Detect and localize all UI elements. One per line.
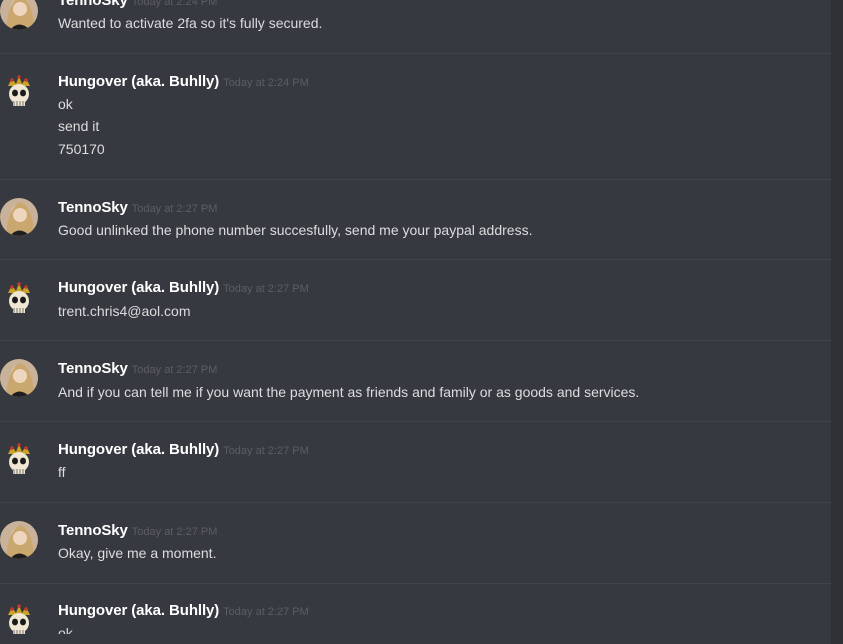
message-divider [0, 53, 831, 54]
message-text: ff [58, 464, 66, 480]
composer-edge [0, 634, 831, 644]
message-text: ok [58, 96, 73, 112]
message-author[interactable]: Hungover (aka. Buhlly) Today at 2:24 PM [58, 73, 309, 90]
message-divider [0, 583, 831, 584]
scrollbar-track[interactable] [831, 0, 843, 644]
message-author[interactable]: TennoSky Today at 2:24 PM [58, 0, 217, 9]
message-timestamp: Today at 2:27 PM [223, 445, 309, 457]
message-text: And if you can tell me if you want the p… [58, 384, 640, 400]
message-author[interactable]: TennoSky Today at 2:27 PM [58, 522, 217, 539]
skull-king-avatar[interactable] [0, 279, 38, 317]
message-timestamp: Today at 2:27 PM [223, 283, 309, 295]
skull-king-avatar[interactable] [0, 440, 38, 478]
message-divider [0, 340, 831, 341]
skull-king-avatar[interactable] [0, 72, 38, 110]
message-text: Okay, give me a moment. [58, 545, 217, 561]
tennosky-avatar[interactable] [0, 359, 38, 397]
tennosky-avatar[interactable] [0, 521, 38, 559]
message-timestamp: Today at 2:27 PM [223, 606, 309, 618]
tennosky-avatar[interactable] [0, 0, 38, 30]
message-timestamp: Today at 2:27 PM [131, 203, 218, 215]
tennosky-avatar[interactable] [0, 198, 38, 236]
message-timestamp: Today at 2:24 PM [131, 0, 218, 8]
message-divider [0, 502, 831, 503]
message-divider [0, 259, 831, 260]
message-divider [0, 179, 831, 180]
message-text: Wanted to activate 2fa so it's fully sec… [58, 15, 323, 31]
message-text: 750170 [58, 141, 105, 157]
message-author[interactable]: Hungover (aka. Buhlly) Today at 2:27 PM [58, 279, 309, 296]
message-text: trent.chris4@aol.com [58, 303, 191, 319]
message-author[interactable]: Hungover (aka. Buhlly) Today at 2:27 PM [58, 602, 309, 619]
message-divider [0, 421, 831, 422]
chat-messages: TennoSky Today at 2:24 PM Wanted to activ… [0, 0, 843, 644]
message-timestamp: Today at 2:27 PM [131, 364, 218, 376]
message-timestamp: Today at 2:27 PM [131, 526, 218, 538]
message-text: send it [58, 118, 100, 134]
message-author[interactable]: Hungover (aka. Buhlly) Today at 2:27 PM [58, 441, 309, 458]
message-author[interactable]: TennoSky Today at 2:27 PM [58, 199, 217, 216]
message-text: Good unlinked the phone number succesful… [58, 222, 533, 238]
message-timestamp: Today at 2:24 PM [223, 77, 309, 89]
message-author[interactable]: TennoSky Today at 2:27 PM [58, 360, 217, 377]
